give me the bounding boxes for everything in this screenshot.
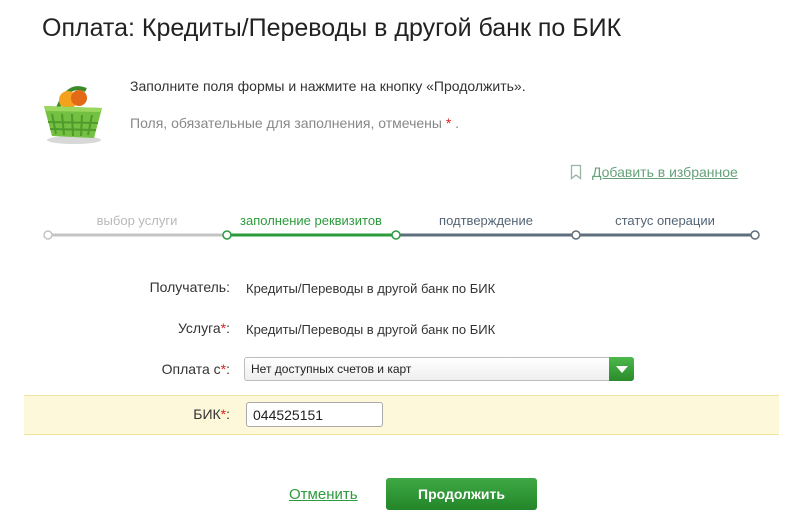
label-colon: : [226,320,230,336]
step-fill-details: заполнение реквизитов [240,213,382,228]
required-note: Поля, обязательные для заполнения, отмеч… [130,115,459,131]
instruction-text: Заполните поля формы и нажмите на кнопку… [130,78,526,94]
bik-row-highlight [24,395,779,435]
step-confirmation: подтверждение [439,213,533,228]
progress-dot [571,230,581,240]
pay-from-label-text: Оплата с [161,361,221,377]
shopping-basket-icon [44,86,102,144]
bik-label-text: БИК [193,406,221,422]
label-colon: : [226,361,230,377]
page-title: Оплата: Кредиты/Переводы в другой банк п… [42,14,622,42]
bookmark-icon [570,164,582,180]
pay-from-selected-value: Нет доступных счетов и карт [251,362,412,376]
step-select-service: выбор услуги [96,213,178,228]
progress-dot [222,230,232,240]
cancel-link[interactable]: Отменить [289,486,358,503]
recipient-value: Кредиты/Переводы в другой банк по БИК [246,281,496,296]
pay-from-select[interactable]: Нет доступных счетов и карт [244,357,634,381]
chevron-down-icon[interactable] [609,357,634,381]
service-label-text: Услуга [177,320,221,336]
progress-dot [750,230,760,240]
continue-button[interactable]: Продолжить [386,478,537,510]
progress-dot [43,230,53,240]
pay-from-label: Оплата с*: [162,361,230,377]
step-operation-status: статус операции [615,213,715,228]
required-note-end: . [455,115,460,131]
progress-dot [391,230,401,240]
required-mark: * [445,115,452,131]
label-colon: : [226,406,230,422]
service-value: Кредиты/Переводы в другой банк по БИК [246,322,496,337]
bik-input[interactable] [246,402,383,427]
add-to-favorites-link[interactable]: Добавить в избранное [592,164,738,180]
bik-label: БИК*: [193,406,230,422]
service-label: Услуга*: [178,320,230,336]
recipient-label: Получатель: [149,279,230,295]
add-to-favorites[interactable]: Добавить в избранное [570,164,738,180]
required-note-text: Поля, обязательные для заполнения, отмеч… [130,115,442,131]
